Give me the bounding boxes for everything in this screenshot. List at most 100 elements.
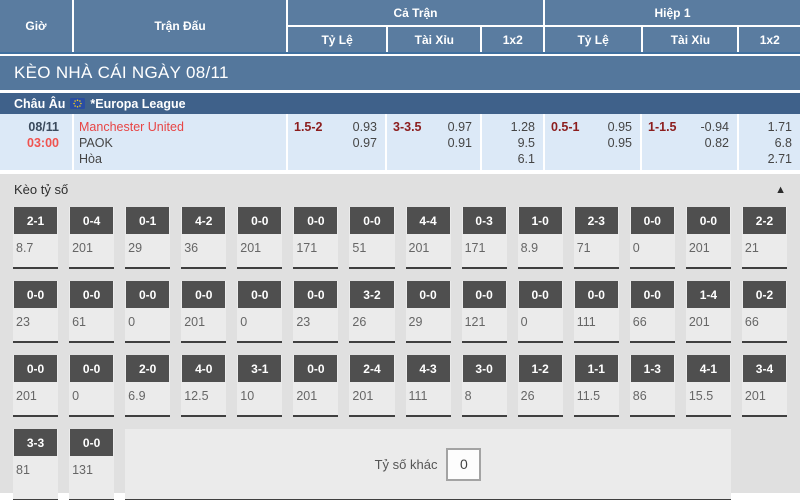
score-odds-value: 201: [181, 308, 226, 329]
score-odds-value: 66: [742, 308, 787, 329]
collapse-arrow-icon[interactable]: ▲: [775, 184, 786, 196]
full-1x2-draw[interactable]: 6.1: [482, 151, 535, 167]
score-option-button[interactable]: 3-1: [238, 355, 281, 382]
half-1x2-away[interactable]: 6.8: [739, 135, 792, 151]
score-option-button[interactable]: 0-0: [238, 281, 281, 308]
score-option-button[interactable]: 1-1: [575, 355, 618, 382]
full-1x2-away[interactable]: 9.5: [482, 135, 535, 151]
score-option-button[interactable]: 1-4: [687, 281, 730, 308]
score-option-button[interactable]: 0-0: [238, 207, 281, 234]
other-score-input[interactable]: 0: [446, 448, 481, 481]
score-option-button[interactable]: 1-0: [519, 207, 562, 234]
score-option-button[interactable]: 2-2: [743, 207, 786, 234]
score-odds-value: 15.5: [686, 382, 731, 403]
score-cell: 0-0131: [69, 429, 114, 500]
score-option-button[interactable]: 1-3: [631, 355, 674, 382]
away-team-link[interactable]: PAOK: [79, 135, 286, 151]
half-overunder-odd-over[interactable]: -0.94: [701, 119, 730, 135]
score-option-button[interactable]: 0-0: [70, 429, 113, 456]
home-team-link[interactable]: Manchester United: [79, 119, 286, 135]
full-overunder-cell[interactable]: 3-3.5 0.97 0.91: [385, 114, 480, 170]
score-option-button[interactable]: 0-0: [182, 281, 225, 308]
score-option-button[interactable]: 0-0: [294, 207, 337, 234]
score-option-button[interactable]: 0-0: [70, 355, 113, 382]
score-cell: 1-386: [630, 355, 675, 417]
full-handicap-odd-home[interactable]: 0.93: [353, 119, 377, 135]
score-option-button[interactable]: 0-1: [126, 207, 169, 234]
half-1x2-cell[interactable]: 1.71 6.8 2.71: [737, 114, 800, 170]
score-option-button[interactable]: 2-4: [350, 355, 393, 382]
score-cell: 0-0111: [574, 281, 619, 343]
match-time: 03:00: [0, 135, 59, 151]
score-option-button[interactable]: 2-0: [126, 355, 169, 382]
score-option-button[interactable]: 3-2: [350, 281, 393, 308]
score-odds-value: 201: [69, 234, 114, 255]
score-option-button[interactable]: 0-0: [407, 281, 450, 308]
score-option-button[interactable]: 0-0: [294, 355, 337, 382]
score-option-button[interactable]: 3-4: [743, 355, 786, 382]
full-handicap-odd-away[interactable]: 0.97: [353, 135, 377, 151]
score-option-button[interactable]: 0-0: [70, 281, 113, 308]
score-option-button[interactable]: 2-3: [575, 207, 618, 234]
score-option-button[interactable]: 0-0: [687, 207, 730, 234]
half-overunder-cell[interactable]: 1-1.5 -0.94 0.82: [640, 114, 737, 170]
score-option-button[interactable]: 4-0: [182, 355, 225, 382]
subheader-half-overunder: Tài Xỉu: [641, 27, 737, 52]
half-handicap-odd-home[interactable]: 0.95: [608, 119, 632, 135]
score-option-button[interactable]: 1-2: [519, 355, 562, 382]
score-option-button[interactable]: 0-0: [14, 281, 57, 308]
score-odds-value: 8: [462, 382, 507, 403]
score-option-button[interactable]: 0-0: [631, 207, 674, 234]
score-option-button[interactable]: 0-0: [294, 281, 337, 308]
score-option-button[interactable]: 4-1: [687, 355, 730, 382]
score-cell: 1-226: [518, 355, 563, 417]
score-option-button[interactable]: 0-2: [743, 281, 786, 308]
full-1x2-cell[interactable]: 1.28 9.5 6.1: [480, 114, 543, 170]
score-odds-value: 36: [181, 234, 226, 255]
score-cell: 0-3171: [462, 207, 507, 269]
score-cell: 4-4201: [406, 207, 451, 269]
score-option-button[interactable]: 4-3: [407, 355, 450, 382]
score-option-button[interactable]: 3-0: [463, 355, 506, 382]
half-handicap-cell[interactable]: 0.5-1 0.95 0.95: [543, 114, 640, 170]
score-cell: 0-0201: [237, 207, 282, 269]
score-cell: 3-08: [462, 355, 507, 417]
score-cell: 2-4201: [349, 355, 394, 417]
score-option-button[interactable]: 0-0: [463, 281, 506, 308]
half-1x2-home[interactable]: 1.71: [739, 119, 792, 135]
score-odds-value: 6.9: [125, 382, 170, 403]
score-option-button[interactable]: 0-0: [575, 281, 618, 308]
score-option-button[interactable]: 2-1: [14, 207, 57, 234]
full-1x2-home[interactable]: 1.28: [482, 119, 535, 135]
score-option-button[interactable]: 0-0: [126, 281, 169, 308]
half-overunder-odd-under[interactable]: 0.82: [701, 135, 730, 151]
full-overunder-odd-under[interactable]: 0.91: [448, 135, 472, 151]
score-option-button[interactable]: 3-3: [14, 429, 57, 456]
score-odds-value: 201: [349, 382, 394, 403]
half-1x2-draw[interactable]: 2.71: [739, 151, 792, 167]
score-option-button[interactable]: 0-0: [631, 281, 674, 308]
full-handicap-cell[interactable]: 1.5-2 0.93 0.97: [286, 114, 385, 170]
score-odds-value: 0: [630, 234, 675, 255]
score-option-button[interactable]: 0-3: [463, 207, 506, 234]
score-odds-value: 201: [13, 382, 58, 403]
full-overunder-line: 3-3.5: [393, 119, 422, 170]
score-option-button[interactable]: 0-4: [70, 207, 113, 234]
score-option-button[interactable]: 4-2: [182, 207, 225, 234]
score-cell: 0-0201: [13, 355, 58, 417]
score-odds-value: 201: [237, 234, 282, 255]
half-handicap-odd-away[interactable]: 0.95: [608, 135, 632, 151]
score-option-button[interactable]: 0-0: [519, 281, 562, 308]
score-cell: 4-012.5: [181, 355, 226, 417]
odds-table-header: Giờ Trận Đấu Cả Trận Tỷ Lệ Tài Xỉu 1x2 H…: [0, 0, 800, 54]
score-option-button[interactable]: 4-4: [407, 207, 450, 234]
score-cell: 0-00: [237, 281, 282, 343]
score-cell: 4-3111: [406, 355, 451, 417]
score-cell: 0-129: [125, 207, 170, 269]
full-overunder-odd-over[interactable]: 0.97: [448, 119, 472, 135]
score-odds-value: 201: [686, 234, 731, 255]
score-odds-value: 10: [237, 382, 282, 403]
score-option-button[interactable]: 0-0: [14, 355, 57, 382]
league-row[interactable]: Châu Âu *Europa League: [0, 93, 800, 114]
score-option-button[interactable]: 0-0: [350, 207, 393, 234]
